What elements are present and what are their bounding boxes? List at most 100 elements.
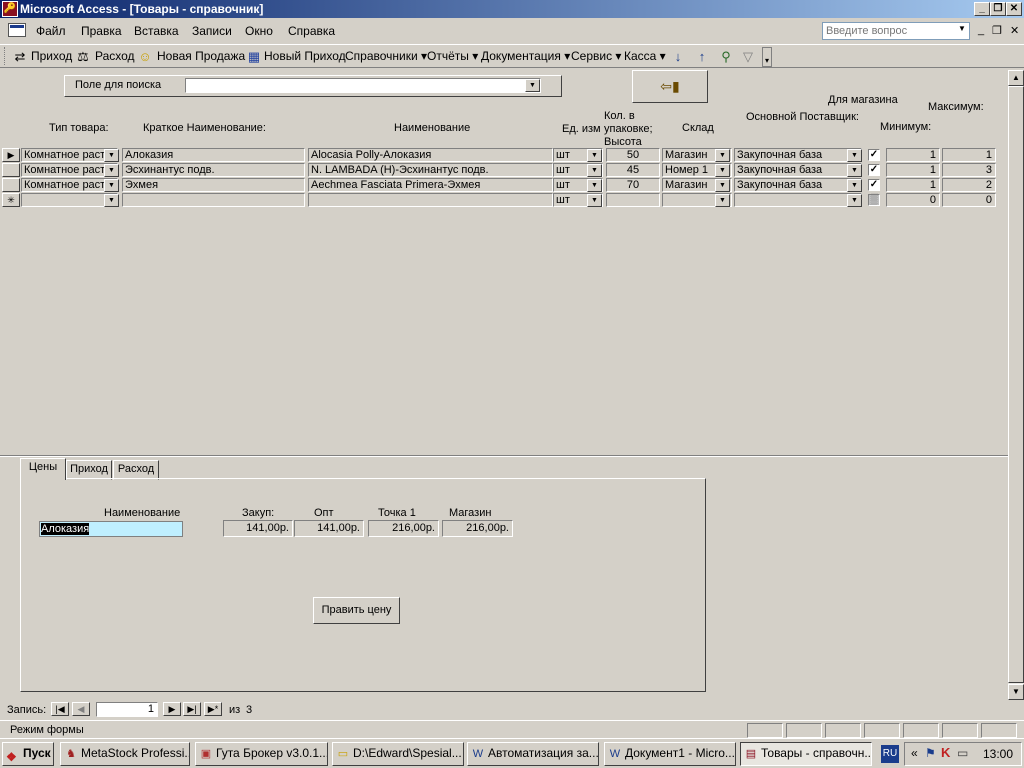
minimize-button[interactable]: _	[974, 2, 990, 16]
network-icon[interactable]: ⚑	[925, 746, 936, 760]
tab-prices[interactable]: Цены	[20, 458, 66, 480]
cell-min[interactable]: 1	[886, 148, 940, 162]
toolbar-references-menu[interactable]: Справочники ▾	[345, 49, 427, 63]
mdi-restore-button[interactable]: ❐	[992, 24, 1002, 37]
task-word-1[interactable]: W Автоматизация за...	[467, 742, 599, 766]
cell-supplier[interactable]: Закупочная база	[734, 178, 862, 192]
price-wholesale-value[interactable]: 141,00р.	[294, 520, 364, 537]
chevron-down-icon[interactable]: ▼	[104, 179, 119, 192]
checkbox-for-store[interactable]: ✓	[868, 149, 880, 161]
record-selector[interactable]: ▶	[2, 148, 20, 162]
toolbar-docs-menu[interactable]: Документация ▾	[481, 49, 570, 63]
new-record-icon[interactable]: ▶*	[204, 702, 222, 716]
sort-descending-icon[interactable]: ↑	[694, 49, 710, 65]
mdi-close-button[interactable]: ✕	[1010, 24, 1019, 37]
checkbox-for-store[interactable]: ✓	[868, 164, 880, 176]
cell-min[interactable]: 1	[886, 178, 940, 192]
toolbar-prihod[interactable]: Приход	[31, 49, 72, 63]
vertical-scrollbar[interactable]: ▲ ▼	[1008, 70, 1024, 700]
chevron-down-icon[interactable]: ▼	[958, 24, 966, 33]
last-record-icon[interactable]: ▶|	[183, 702, 201, 716]
cell-supplier[interactable]	[734, 193, 862, 207]
scroll-thumb[interactable]	[1008, 86, 1024, 683]
cell-max[interactable]: 2	[942, 178, 996, 192]
chevron-down-icon[interactable]: ▼	[587, 194, 602, 207]
cell-supplier[interactable]: Закупочная база	[734, 148, 862, 162]
tab-prihod[interactable]: Приход	[66, 460, 112, 480]
toolbar-rashod[interactable]: Расход	[95, 49, 135, 63]
show-hidden-icons-icon[interactable]: «	[911, 746, 918, 760]
filter-icon[interactable]: ▽	[740, 49, 756, 65]
mdi-minimize-button[interactable]: _	[978, 24, 984, 36]
document-menu-icon[interactable]	[8, 23, 26, 37]
task-explorer[interactable]: ▭ D:\Edward\Spesial...	[332, 742, 464, 766]
checkbox-for-store[interactable]: ▒	[868, 194, 880, 206]
chevron-down-icon[interactable]: ▼	[715, 179, 730, 192]
scroll-down-icon[interactable]: ▼	[1008, 684, 1024, 700]
menu-help[interactable]: Справка	[288, 24, 335, 38]
cell-name[interactable]	[308, 193, 553, 207]
chevron-down-icon[interactable]: ▼	[847, 149, 862, 162]
filter-by-selection-icon[interactable]: ⚲	[718, 49, 734, 65]
chevron-down-icon[interactable]: ▼	[847, 194, 862, 207]
task-word-2[interactable]: W Документ1 - Micro...	[604, 742, 736, 766]
cell-pack[interactable]: 70	[606, 178, 660, 192]
next-record-icon[interactable]: ▶	[163, 702, 181, 716]
menu-insert[interactable]: Вставка	[134, 24, 179, 38]
task-metastock[interactable]: ♞ MetaStock Professi...	[60, 742, 190, 766]
record-number-input[interactable]: 1	[96, 702, 158, 717]
cell-supplier[interactable]: Закупочная база	[734, 163, 862, 177]
antivirus-icon[interactable]: K	[941, 745, 950, 760]
close-button[interactable]: ✕	[1006, 2, 1022, 16]
menu-file[interactable]: Файл	[36, 24, 66, 38]
chevron-down-icon[interactable]: ▼	[104, 149, 119, 162]
tab-rashod[interactable]: Расход	[113, 460, 159, 480]
price-store-value[interactable]: 216,00р.	[442, 520, 513, 537]
start-button[interactable]: ❖ Пуск	[2, 742, 54, 766]
chevron-down-icon[interactable]: ▼	[715, 164, 730, 177]
edit-price-button[interactable]: Править цену	[313, 597, 400, 624]
toolbar-options-chevron-icon[interactable]: ▾	[762, 47, 772, 67]
record-selector[interactable]	[2, 163, 20, 177]
chevron-down-icon[interactable]: ▼	[104, 164, 119, 177]
chevron-down-icon[interactable]: ▼	[587, 164, 602, 177]
chevron-down-icon[interactable]: ▼	[847, 179, 862, 192]
new-record-selector[interactable]: ✳	[2, 193, 20, 207]
restore-button[interactable]: ❐	[990, 2, 1006, 16]
help-question-input[interactable]: Введите вопрос	[822, 22, 970, 40]
cell-short[interactable]	[122, 193, 305, 207]
toolbar-reports-menu[interactable]: Отчёты ▾	[427, 49, 478, 63]
cell-max[interactable]: 1	[942, 148, 996, 162]
toolbar-new-sale[interactable]: Новая Продажа	[157, 49, 245, 63]
toolbar-service-menu[interactable]: Сервис ▾	[571, 49, 621, 63]
cell-pack[interactable]: 45	[606, 163, 660, 177]
price-name-field[interactable]: Алоказия	[39, 521, 183, 537]
first-record-icon[interactable]: |◀	[51, 702, 69, 716]
chevron-down-icon[interactable]: ▼	[587, 149, 602, 162]
price-purchase-value[interactable]: 141,00р.	[223, 520, 293, 537]
cell-name[interactable]: N. LAMBADA (H)-Эсхинантус подв.	[308, 163, 553, 177]
cell-name[interactable]: Alocasia Polly-Алоказия	[308, 148, 553, 162]
chevron-down-icon[interactable]: ▼	[715, 149, 730, 162]
exit-button[interactable]: ⇦▮	[632, 70, 708, 103]
search-dropdown-button[interactable]: ▼	[525, 79, 540, 92]
cell-max[interactable]: 3	[942, 163, 996, 177]
chevron-down-icon[interactable]: ▼	[104, 194, 119, 207]
cell-max[interactable]: 0	[942, 193, 996, 207]
cell-pack[interactable]	[606, 193, 660, 207]
cell-min[interactable]: 1	[886, 163, 940, 177]
menu-window[interactable]: Окно	[245, 24, 273, 38]
scroll-up-icon[interactable]: ▲	[1008, 70, 1024, 86]
cell-name[interactable]: Aechmea Fasciata Primera-Эхмея	[308, 178, 553, 192]
cell-short[interactable]: Эсхинантус подв.	[122, 163, 305, 177]
checkbox-for-store[interactable]: ✓	[868, 179, 880, 191]
toolbar-grip[interactable]	[4, 47, 7, 65]
record-selector[interactable]	[2, 178, 20, 192]
task-access[interactable]: ▤ Товары - справочн...	[740, 742, 872, 766]
cell-short[interactable]: Алоказия	[122, 148, 305, 162]
cell-min[interactable]: 0	[886, 193, 940, 207]
monitor-icon[interactable]: ▭	[957, 746, 968, 760]
price-point1-value[interactable]: 216,00р.	[368, 520, 439, 537]
language-indicator[interactable]: RU	[881, 745, 899, 763]
prev-record-icon[interactable]: ◀	[72, 702, 90, 716]
